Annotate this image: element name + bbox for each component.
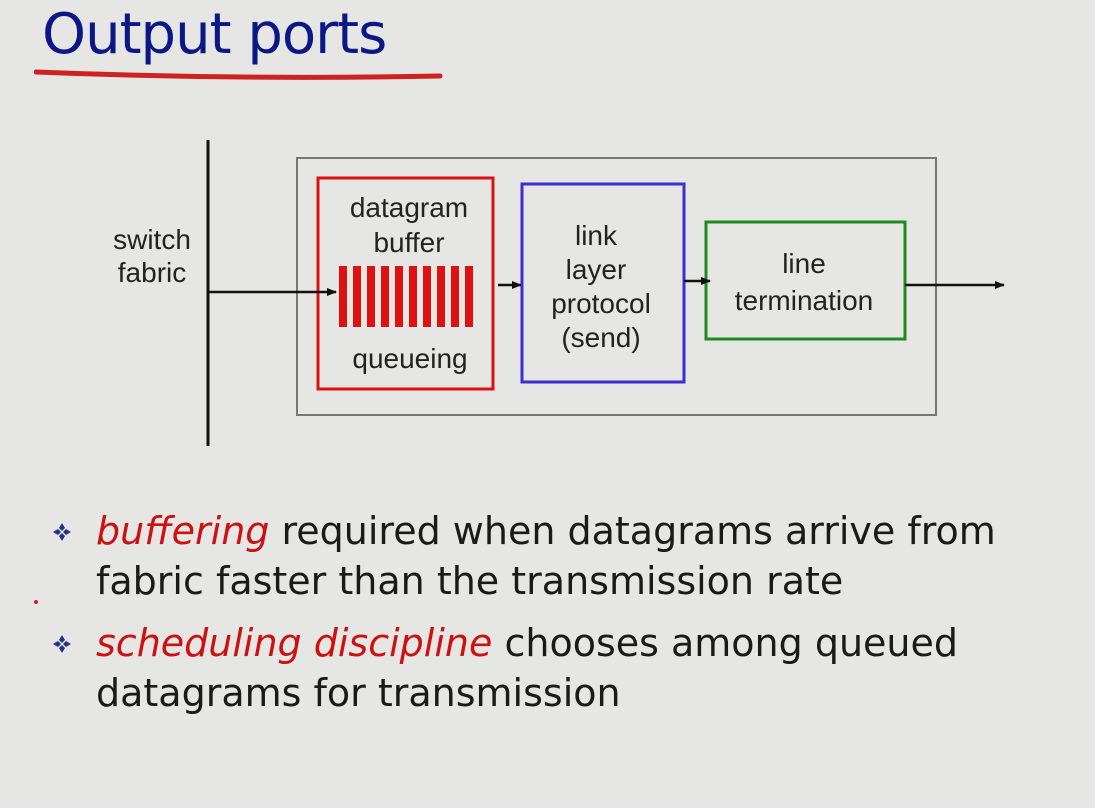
output-port-diagram: switch fabric datagram buffer queueing l… (113, 140, 1005, 446)
line-termination-box (704, 220, 907, 341)
queue-slots (339, 266, 473, 327)
bullet-buffering: buffering required when datagrams arrive… (52, 506, 1072, 606)
buffer-label-line1: datagram (350, 192, 468, 223)
bullet-list: buffering required when datagrams arrive… (52, 506, 1072, 730)
queue-label: queueing (352, 343, 467, 374)
link-label-line2: layer (566, 254, 627, 285)
queue-slot (423, 266, 431, 327)
queue-slot (381, 266, 389, 327)
link-label-line3: protocol (551, 288, 651, 319)
link-label-line1: link (575, 220, 618, 251)
switch-label-line2: fabric (118, 257, 186, 288)
diamond-bullet-icon (53, 523, 71, 541)
diamond-bullet-icon (53, 635, 71, 653)
bullet-scheduling: scheduling discipline chooses among queu… (52, 618, 1072, 718)
queue-slot (353, 266, 361, 327)
queue-slot (465, 266, 473, 327)
queue-slot (395, 266, 403, 327)
bullet-emphasis: buffering (96, 509, 270, 553)
queue-slot (451, 266, 459, 327)
annotation-dot (34, 600, 38, 604)
switch-label-line1: switch (113, 224, 191, 255)
queue-slot (339, 266, 347, 327)
queue-slot (437, 266, 445, 327)
link-label-line4: (send) (561, 322, 640, 353)
line-label-line2: termination (735, 285, 874, 316)
line-label-line1: line (782, 248, 826, 279)
buffer-label-line2: buffer (373, 227, 444, 258)
queue-slot (367, 266, 375, 327)
queue-slot (409, 266, 417, 327)
bullet-emphasis: scheduling discipline (96, 621, 493, 665)
